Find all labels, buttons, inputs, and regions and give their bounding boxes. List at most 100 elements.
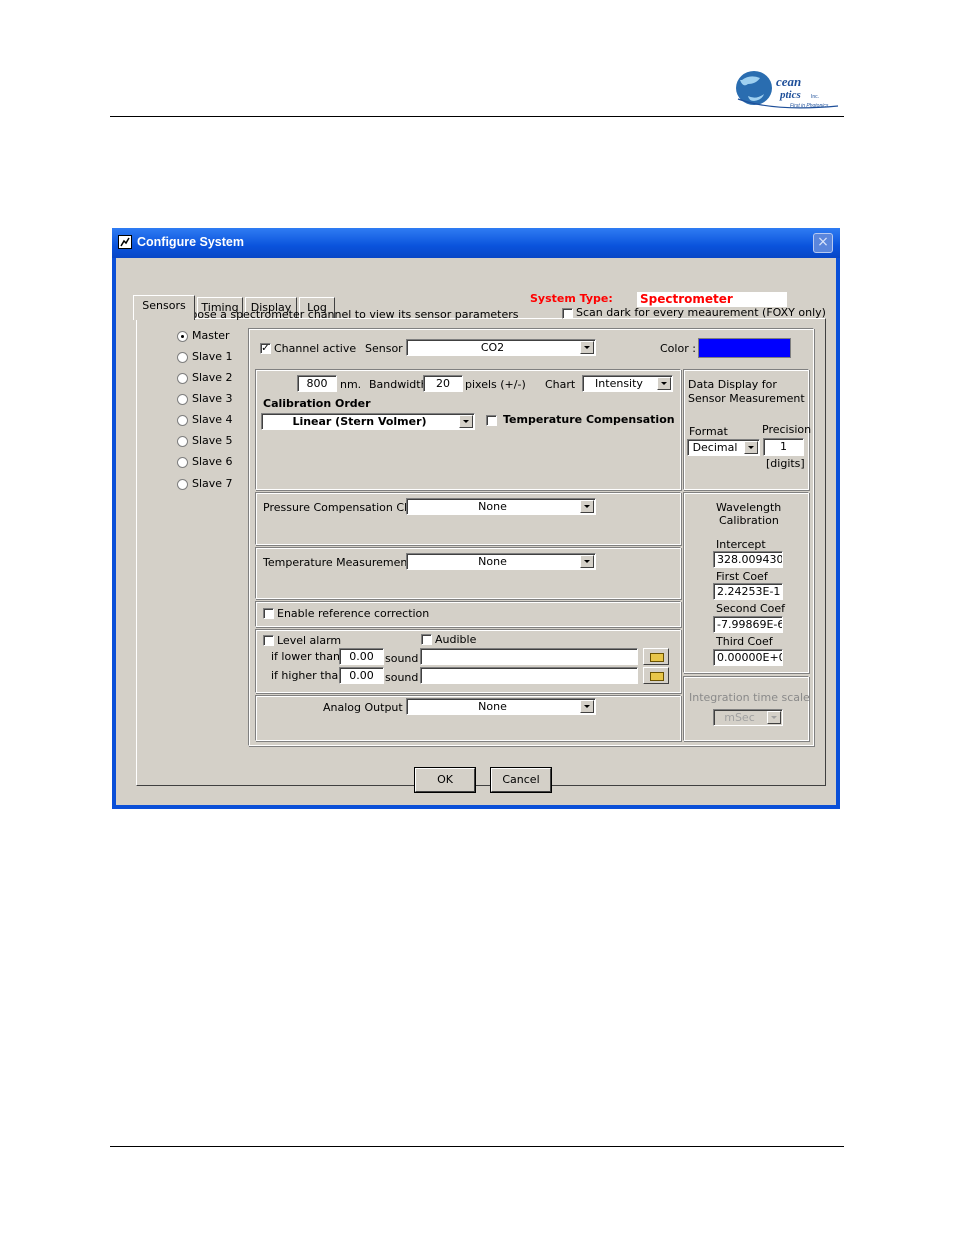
integration-time-select[interactable]: mSec <box>713 709 783 726</box>
logo-text-optics: ptics <box>779 89 801 101</box>
calibration-order-select[interactable]: Linear (Stern Volmer) <box>261 413 475 430</box>
temperature-measurement-value: None <box>478 555 507 568</box>
bandwidth-label: Bandwidth <box>369 378 428 391</box>
header-rule <box>110 116 844 117</box>
lower-sound-input[interactable] <box>420 648 638 665</box>
lower-than-label: if lower than <box>271 650 340 663</box>
higher-sound-input[interactable] <box>420 667 638 684</box>
title-bar[interactable]: Configure System × <box>112 228 840 258</box>
reference-correction-checkbox[interactable] <box>263 608 274 619</box>
radio-label-slave-5: Slave 5 <box>192 434 233 447</box>
chevron-down-icon <box>580 500 594 513</box>
data-display-title-1: Data Display for <box>688 378 777 391</box>
chevron-down-icon <box>657 377 671 390</box>
radio-label-slave-1: Slave 1 <box>192 350 233 363</box>
wavelength-input[interactable]: 800 <box>297 375 337 392</box>
radio-master[interactable] <box>177 331 188 342</box>
bandwidth-input[interactable]: 20 <box>423 375 463 392</box>
wavelength-calibration-title-2: Calibration <box>719 514 779 527</box>
color-swatch[interactable] <box>698 338 791 358</box>
reference-correction-label: Enable reference correction <box>277 607 430 620</box>
higher-sound-browse-folder-icon[interactable] <box>643 667 669 684</box>
chart-label: Chart <box>545 378 576 391</box>
radio-slave-6[interactable] <box>177 457 188 468</box>
precision-unit: [digits] <box>766 457 805 470</box>
second-coef-label: Second Coef <box>716 602 786 615</box>
sensor-label: Sensor : <box>365 342 410 355</box>
first-coef-input[interactable]: 2.24253E-1 <box>713 583 783 600</box>
third-coef-label: Third Coef <box>716 635 773 648</box>
level-alarm-label: Level alarm <box>277 634 342 647</box>
first-coef-label: First Coef <box>716 570 768 583</box>
pressure-compensation-select[interactable]: None <box>406 498 596 515</box>
chevron-down-icon <box>580 700 594 713</box>
integration-time-value: mSec <box>724 711 755 724</box>
radio-slave-5[interactable] <box>177 436 188 447</box>
chevron-down-icon <box>459 415 473 428</box>
chevron-down-icon <box>744 441 758 454</box>
intercept-input[interactable]: 328.009430 <box>713 551 783 568</box>
sensor-select[interactable]: CO2 <box>406 339 596 356</box>
app-icon <box>118 235 132 249</box>
logo-tagline: First in Photonics <box>790 103 829 109</box>
ok-button[interactable]: OK <box>415 768 475 792</box>
pressure-compensation-value: None <box>478 500 507 513</box>
chart-select[interactable]: Intensity <box>582 375 673 392</box>
radio-label-slave-6: Slave 6 <box>192 455 233 468</box>
chevron-down-icon <box>580 341 594 354</box>
radio-slave-7[interactable] <box>177 479 188 490</box>
higher-sound-label: sound <box>385 671 419 684</box>
wavelength-unit: nm. <box>340 378 362 391</box>
radio-label-slave-2: Slave 2 <box>192 371 233 384</box>
color-label: Color : <box>660 342 696 355</box>
precision-input[interactable]: 1 <box>763 438 804 456</box>
lower-sound-label: sound <box>385 652 419 665</box>
scan-dark-label: Scan dark for every meaurement (FOXY onl… <box>576 306 826 319</box>
analog-output-select[interactable]: None <box>406 698 596 715</box>
radio-label-master: Master <box>192 329 230 342</box>
calibration-order-label: Calibration Order <box>263 397 371 410</box>
higher-than-label: if higher than <box>271 669 346 682</box>
pressure-compensation-label: Pressure Compensation CH : <box>263 501 420 514</box>
audible-label: Audible <box>435 633 477 646</box>
radio-label-slave-7: Slave 7 <box>192 477 233 490</box>
temperature-measurement-select[interactable]: None <box>406 553 596 570</box>
radio-label-slave-4: Slave 4 <box>192 413 233 426</box>
wavelength-calibration-title-1: Wavelength <box>716 501 782 514</box>
data-display-title-2: Sensor Measurement <box>688 392 805 405</box>
close-button[interactable]: × <box>813 233 833 253</box>
channel-active-label: Channel active <box>274 342 357 355</box>
third-coef-input[interactable]: 0.00000E+0 <box>713 649 783 666</box>
temperature-compensation-checkbox[interactable] <box>486 415 497 426</box>
sensor-value: CO2 <box>480 341 505 354</box>
format-value: Decimal <box>692 441 738 454</box>
logo-text-ocean: cean <box>776 74 801 89</box>
audible-checkbox[interactable] <box>421 634 432 645</box>
integration-time-label: Integration time scale <box>689 691 810 704</box>
radio-slave-3[interactable] <box>177 394 188 405</box>
second-coef-input[interactable]: -7.99869E-6 <box>713 616 783 633</box>
lower-than-input[interactable]: 0.00 <box>339 648 384 665</box>
dialog-client-area: Sensors Timing Display Log System Type: … <box>116 258 836 805</box>
lower-sound-browse-folder-icon[interactable] <box>643 648 669 665</box>
chevron-down-icon <box>767 711 781 724</box>
chevron-down-icon <box>580 555 594 568</box>
higher-than-input[interactable]: 0.00 <box>339 667 384 684</box>
format-label: Format <box>689 425 728 438</box>
ocean-optics-logo: cean ptics Inc. First in Photonics <box>736 71 839 109</box>
tab-sensors[interactable]: Sensors <box>133 295 195 320</box>
channel-active-checkbox[interactable]: ✓ <box>260 343 271 354</box>
format-select[interactable]: Decimal <box>687 439 760 456</box>
logo-text-inc: Inc. <box>811 94 819 100</box>
radio-slave-4[interactable] <box>177 415 188 426</box>
analog-output-value: None <box>478 700 507 713</box>
system-type-label: System Type: <box>530 292 613 305</box>
radio-slave-2[interactable] <box>177 373 188 384</box>
radio-slave-1[interactable] <box>177 352 188 363</box>
temperature-measurement-label: Temperature Measurement : <box>263 556 419 569</box>
level-alarm-checkbox[interactable] <box>263 635 274 646</box>
scan-dark-checkbox[interactable] <box>562 308 573 319</box>
footer-rule <box>110 1146 844 1147</box>
cancel-button[interactable]: Cancel <box>491 768 551 792</box>
calibration-order-value: Linear (Stern Volmer) <box>292 415 427 428</box>
